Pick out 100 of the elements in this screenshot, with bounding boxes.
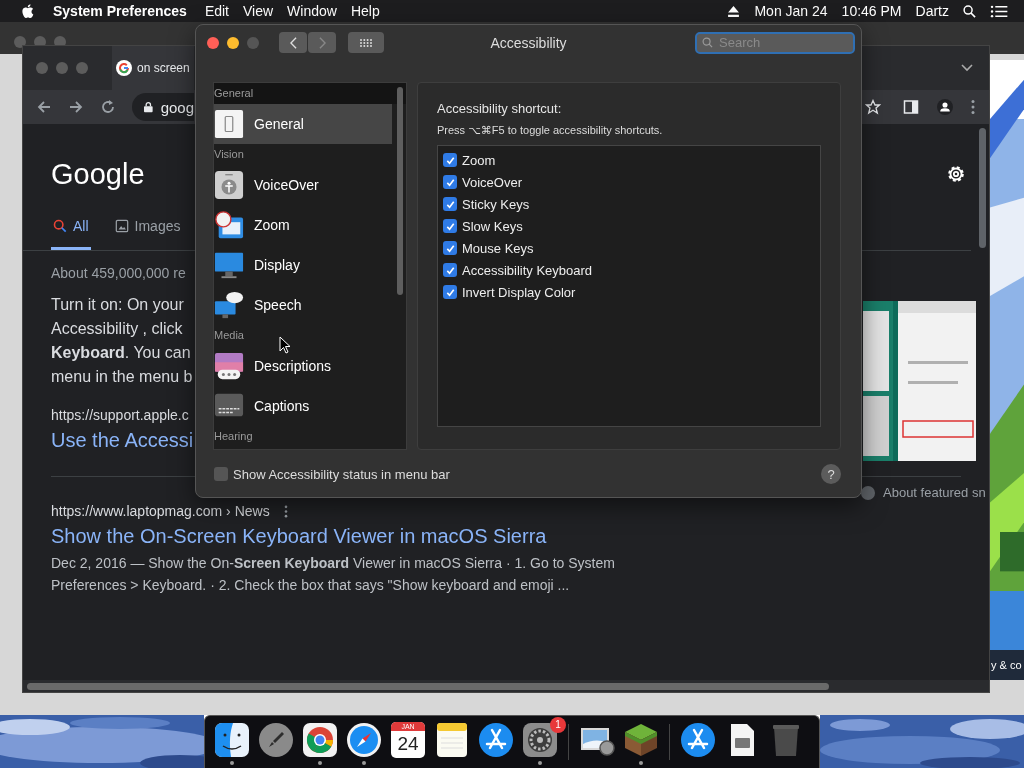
chevron-down-icon[interactable]	[961, 64, 973, 72]
result-url: https://www.laptopmag.com › News	[51, 503, 270, 519]
checkbox-label: Show Accessibility status in menu bar	[233, 466, 450, 482]
back-icon[interactable]	[36, 99, 52, 115]
section-header: Hearing	[214, 429, 253, 444]
sidebar-item[interactable]: Descriptions	[214, 346, 392, 386]
section-header: General	[214, 83, 406, 104]
checkbox-label: VoiceOver	[462, 174, 522, 190]
image-icon	[114, 218, 129, 233]
speech-icon	[214, 290, 244, 320]
result-link[interactable]: Show the On-Screen Keyboard Viewer in macOS Sierra	[51, 525, 547, 548]
google-icon	[116, 60, 132, 76]
minimize-button[interactable]	[227, 36, 239, 49]
finder-app-icon[interactable]	[214, 722, 250, 758]
window-title: Accessibility	[489, 34, 568, 51]
scrollbar[interactable]	[397, 87, 403, 295]
featured-snippet-note[interactable]: About featured sn	[883, 485, 986, 500]
checkbox[interactable]	[443, 219, 457, 233]
scrollbar[interactable]	[27, 682, 829, 690]
sidebar-item[interactable]: Captions	[214, 386, 392, 426]
profile-icon[interactable]	[937, 99, 953, 115]
chrome-app-icon[interactable]	[302, 722, 338, 758]
sidebar-item[interactable]: Speech	[214, 285, 392, 325]
snippet-text: Dec 2, 2016 — Show the On-Screen Keyboard Viewer in macOS Sierra · 1. Go to System	[51, 554, 615, 573]
menu-item[interactable]: Edit	[204, 3, 229, 19]
checkbox[interactable]	[443, 241, 457, 255]
zoom-icon	[214, 210, 244, 240]
appstore-app-icon[interactable]	[478, 722, 514, 758]
more-icon[interactable]	[283, 504, 288, 518]
result-url: https://support.apple.c	[51, 407, 189, 423]
gear-app-icon[interactable]	[522, 722, 558, 758]
notification-badge: 1	[550, 717, 566, 733]
reload-icon[interactable]	[100, 99, 116, 115]
section-header: Vision	[214, 147, 244, 162]
menu-clock-date[interactable]: Mon Jan 24	[754, 3, 828, 19]
checkbox-label: Invert Display Color	[462, 284, 576, 300]
grid-icon	[359, 37, 373, 48]
forward-icon[interactable]	[68, 99, 84, 115]
menu-item[interactable]: View	[243, 3, 274, 19]
apple-icon[interactable]	[21, 3, 35, 19]
menu-item[interactable]: Help	[350, 3, 380, 19]
sidebar-item[interactable]: General	[214, 104, 392, 144]
user-menu[interactable]: Dartz	[915, 3, 949, 19]
cursor-icon	[279, 336, 291, 354]
chevron-right-icon	[318, 36, 326, 49]
checkbox-label: Mouse Keys	[462, 240, 534, 256]
show-all-button[interactable]	[348, 32, 384, 53]
checkbox[interactable]	[443, 285, 457, 299]
snippet-text: Accessibility , click	[51, 319, 184, 339]
search-tab[interactable]: Images	[112, 204, 183, 250]
section-title: Accessibility shortcut:	[437, 101, 563, 116]
minecraft-app-icon[interactable]	[623, 722, 659, 758]
result-count: About 459,000,000 re	[51, 265, 186, 281]
voiceover-icon	[214, 170, 244, 200]
side-panel-icon[interactable]	[903, 99, 919, 115]
display-icon	[214, 250, 244, 280]
notes-app-icon[interactable]	[434, 722, 470, 758]
checkbox-label: Sticky Keys	[462, 196, 530, 212]
search-icon	[702, 36, 713, 48]
address-bar[interactable]: goog	[132, 93, 194, 121]
section-header: Media	[214, 328, 244, 343]
snippet-text: menu in the menu b	[51, 367, 193, 387]
sidebar-item[interactable]: VoiceOver	[214, 165, 392, 205]
result-link[interactable]: Use the Accessi	[51, 429, 194, 452]
lock-icon	[144, 101, 153, 113]
checkbox[interactable]	[443, 153, 457, 167]
settings-icon[interactable]	[945, 163, 967, 185]
appfolder-app-icon[interactable]	[680, 722, 716, 758]
checkbox[interactable]	[443, 263, 457, 277]
checkbox[interactable]	[443, 197, 457, 211]
browser-tab[interactable]: on screen	[112, 46, 194, 90]
menu-clock-time[interactable]: 10:46 PM	[841, 3, 902, 19]
list-icon[interactable]	[990, 4, 1008, 18]
window-caption: y & co	[991, 659, 1022, 671]
scrollbar[interactable]	[979, 128, 986, 248]
menu-title[interactable]: System Preferences	[53, 3, 187, 19]
checkbox[interactable]	[214, 467, 228, 481]
menu-item[interactable]: Window	[287, 3, 337, 19]
search-icon[interactable]	[963, 4, 976, 18]
chevron-left-icon	[289, 36, 297, 49]
sidebar-item[interactable]: Display	[214, 245, 392, 285]
snippet-text: Turn it on: On your	[51, 295, 185, 315]
checkbox[interactable]	[443, 175, 457, 189]
checkbox-label: Zoom	[462, 152, 496, 168]
snippet-text: Preferences > Keyboard. · 2. Check the box that says "Show keyboard and emoji ...	[51, 576, 570, 595]
help-button[interactable]: ?	[821, 464, 841, 484]
general-icon	[214, 109, 244, 139]
search-icon	[53, 218, 67, 233]
google-logo[interactable]: Google	[51, 157, 145, 191]
back-button[interactable]	[279, 32, 307, 53]
menu-icon[interactable]	[971, 99, 975, 115]
eject-icon[interactable]	[727, 4, 741, 18]
safari-app-icon[interactable]	[346, 722, 382, 758]
descriptions-icon	[214, 351, 244, 381]
info-icon[interactable]	[861, 485, 875, 500]
sidebar-item[interactable]: Zoom	[214, 205, 392, 245]
search-tab[interactable]: All	[51, 204, 91, 250]
star-icon[interactable]	[865, 99, 881, 115]
close-button[interactable]	[207, 36, 219, 49]
hint-text: Press ⌥⌘F5 to toggle accessibility shortcuts.	[437, 124, 664, 137]
